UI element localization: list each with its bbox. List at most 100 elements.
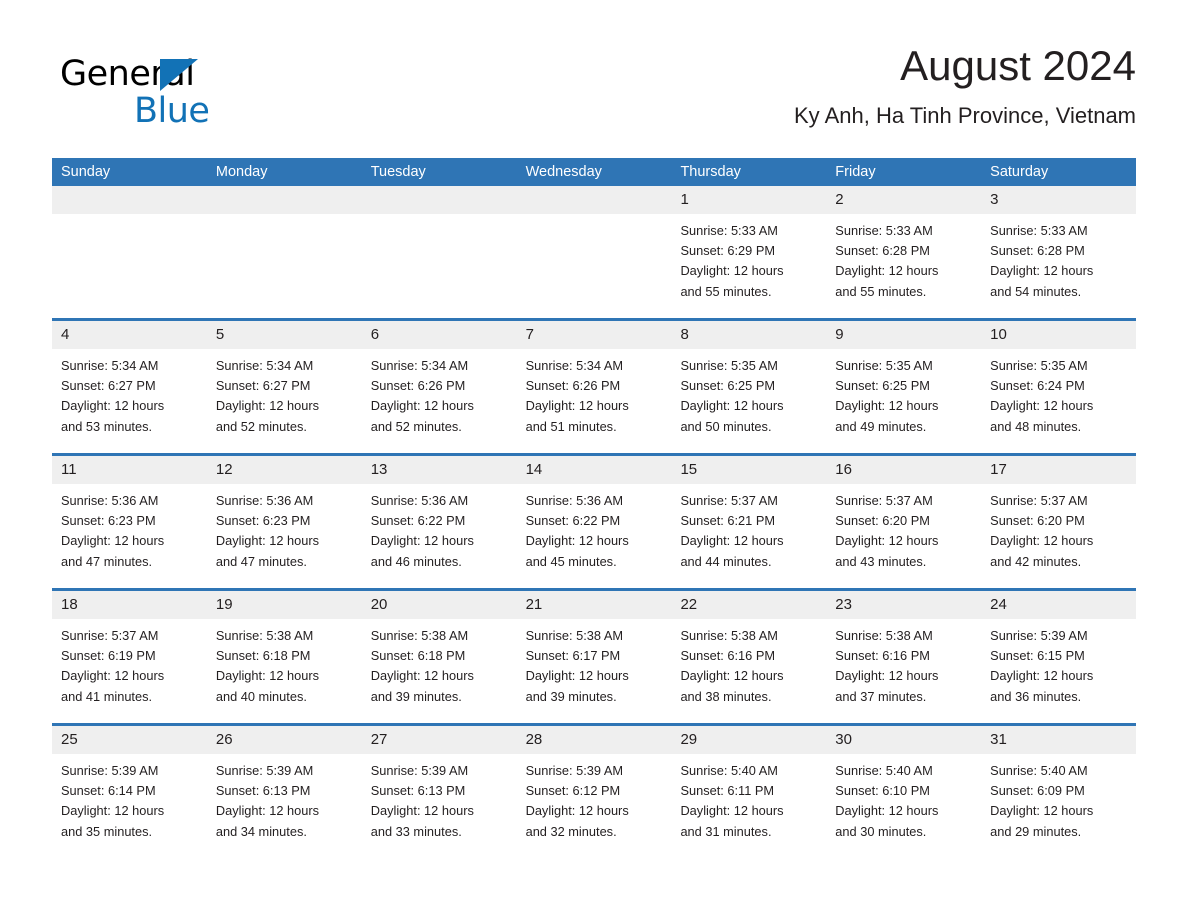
day-cell[interactable]: 6 Sunrise: 5:34 AM Sunset: 6:26 PM Dayli… (361, 321, 517, 453)
daylight-text-line2: and 39 minutes. (370, 688, 462, 704)
daylight-text-line1: Daylight: 12 hours (680, 668, 784, 684)
day-cell[interactable]: 13 Sunrise: 5:36 AM Sunset: 6:22 PM Dayl… (361, 456, 517, 588)
weekday-tuesday: Tuesday (370, 164, 426, 180)
sunset-text: Sunset: 6:25 PM (835, 378, 930, 394)
day-cell[interactable]: 20 Sunrise: 5:38 AM Sunset: 6:18 PM Dayl… (361, 591, 517, 723)
day-cell[interactable]: 26 Sunrise: 5:39 AM Sunset: 6:13 PM Dayl… (206, 726, 362, 858)
day-number: 11 (52, 456, 207, 484)
sunrise-text: Sunrise: 5:34 AM (525, 358, 624, 373)
daylight-text-line1: Daylight: 12 hours (525, 668, 629, 684)
daylight-text-line1: Daylight: 12 hours (525, 398, 629, 414)
sunrise-text: Sunrise: 5:37 AM (61, 628, 159, 643)
daylight-text-line2: and 41 minutes. (61, 688, 153, 704)
day-details: Sunrise: 5:40 AM Sunset: 6:10 PM Dayligh… (826, 754, 981, 842)
daylight-text-line1: Daylight: 12 hours (215, 533, 320, 549)
day-details: Sunrise: 5:33 AM Sunset: 6:28 PM Dayligh… (826, 214, 981, 302)
day-cell[interactable]: 12 Sunrise: 5:36 AM Sunset: 6:23 PM Dayl… (206, 456, 362, 588)
day-details: Sunrise: 5:39 AM Sunset: 6:13 PM Dayligh… (207, 754, 362, 842)
weekday-wednesday: Wednesday (525, 164, 602, 180)
day-cell[interactable]: 28 Sunrise: 5:39 AM Sunset: 6:12 PM Dayl… (516, 726, 672, 858)
day-cell[interactable]: 30 Sunrise: 5:40 AM Sunset: 6:10 PM Dayl… (826, 726, 982, 858)
day-number: 13 (361, 456, 517, 484)
day-number: 19 (206, 591, 362, 619)
day-cell[interactable]: 27 Sunrise: 5:39 AM Sunset: 6:13 PM Dayl… (361, 726, 517, 858)
day-number: 20 (361, 591, 517, 619)
day-cell[interactable]: 5 Sunrise: 5:34 AM Sunset: 6:27 PM Dayli… (206, 321, 362, 453)
sunrise-text: Sunrise: 5:39 AM (61, 763, 159, 778)
generalblue-logo[interactable]: General Blue (60, 54, 320, 134)
day-number: 28 (516, 726, 672, 754)
day-cell[interactable]: 31 Sunrise: 5:40 AM Sunset: 6:09 PM Dayl… (981, 726, 1137, 858)
sunrise-text: Sunrise: 5:40 AM (680, 763, 778, 778)
sunrise-text: Sunrise: 5:38 AM (370, 628, 469, 643)
sunrise-text: Sunrise: 5:38 AM (835, 628, 933, 643)
day-cell[interactable]: 23 Sunrise: 5:38 AM Sunset: 6:16 PM Dayl… (826, 591, 982, 723)
daylight-text-line1: Daylight: 12 hours (525, 803, 629, 819)
daylight-text-line2: and 34 minutes. (215, 823, 307, 839)
daylight-text-line1: Daylight: 12 hours (990, 398, 1094, 414)
day-cell[interactable]: 1 Sunrise: 5:33 AM Sunset: 6:29 PM Dayli… (671, 186, 827, 318)
day-cell[interactable]: 21 Sunrise: 5:38 AM Sunset: 6:17 PM Dayl… (516, 591, 672, 723)
week-row: 11 Sunrise: 5:36 AM Sunset: 6:23 PM Dayl… (52, 453, 1137, 588)
day-cell[interactable]: 18 Sunrise: 5:37 AM Sunset: 6:19 PM Dayl… (52, 591, 207, 723)
day-details: Sunrise: 5:35 AM Sunset: 6:24 PM Dayligh… (981, 349, 1136, 437)
sunset-text: Sunset: 6:16 PM (680, 648, 776, 664)
daylight-text-line1: Daylight: 12 hours (680, 533, 784, 549)
day-number: 31 (981, 726, 1137, 754)
day-cell[interactable]: 7 Sunrise: 5:34 AM Sunset: 6:26 PM Dayli… (516, 321, 672, 453)
sunset-text: Sunset: 6:13 PM (215, 783, 311, 799)
day-number: 26 (206, 726, 362, 754)
day-cell[interactable]: 16 Sunrise: 5:37 AM Sunset: 6:20 PM Dayl… (826, 456, 982, 588)
day-cell[interactable]: 8 Sunrise: 5:35 AM Sunset: 6:25 PM Dayli… (671, 321, 827, 453)
daylight-text-line2: and 45 minutes. (525, 553, 617, 569)
day-cell[interactable]: 4 Sunrise: 5:34 AM Sunset: 6:27 PM Dayli… (52, 321, 207, 453)
day-details: Sunrise: 5:37 AM Sunset: 6:21 PM Dayligh… (671, 484, 826, 572)
day-details (517, 214, 672, 221)
day-number: 29 (671, 726, 827, 754)
daylight-text-line2: and 40 minutes. (215, 688, 307, 704)
sunrise-text: Sunrise: 5:34 AM (370, 358, 469, 373)
sunset-text: Sunset: 6:10 PM (835, 783, 930, 799)
sunset-text: Sunset: 6:16 PM (835, 648, 930, 664)
daylight-text-line1: Daylight: 12 hours (370, 398, 474, 414)
day-details: Sunrise: 5:39 AM Sunset: 6:15 PM Dayligh… (981, 619, 1136, 707)
sunrise-text: Sunrise: 5:33 AM (990, 223, 1088, 238)
day-cell[interactable]: 2 Sunrise: 5:33 AM Sunset: 6:28 PM Dayli… (826, 186, 982, 318)
sunset-text: Sunset: 6:14 PM (61, 783, 156, 799)
sunset-text: Sunset: 6:28 PM (990, 243, 1085, 259)
day-cell[interactable]: 19 Sunrise: 5:38 AM Sunset: 6:18 PM Dayl… (206, 591, 362, 723)
daylight-text-line2: and 55 minutes. (680, 283, 772, 299)
day-cell[interactable]: 24 Sunrise: 5:39 AM Sunset: 6:15 PM Dayl… (981, 591, 1137, 723)
daylight-text-line1: Daylight: 12 hours (61, 398, 165, 414)
day-details: Sunrise: 5:38 AM Sunset: 6:16 PM Dayligh… (826, 619, 981, 707)
day-cell[interactable]: 22 Sunrise: 5:38 AM Sunset: 6:16 PM Dayl… (671, 591, 827, 723)
sunset-text: Sunset: 6:11 PM (680, 783, 775, 799)
weekday-thursday: Thursday (680, 164, 741, 180)
daylight-text-line1: Daylight: 12 hours (990, 533, 1094, 549)
day-cell[interactable]: 17 Sunrise: 5:37 AM Sunset: 6:20 PM Dayl… (981, 456, 1137, 588)
day-cell[interactable]: 29 Sunrise: 5:40 AM Sunset: 6:11 PM Dayl… (671, 726, 827, 858)
day-cell[interactable]: 25 Sunrise: 5:39 AM Sunset: 6:14 PM Dayl… (52, 726, 207, 858)
sunrise-text: Sunrise: 5:39 AM (990, 628, 1088, 643)
day-cell[interactable]: 10 Sunrise: 5:35 AM Sunset: 6:24 PM Dayl… (981, 321, 1137, 453)
day-number: 18 (52, 591, 207, 619)
day-details: Sunrise: 5:40 AM Sunset: 6:11 PM Dayligh… (671, 754, 826, 842)
day-cell[interactable]: 11 Sunrise: 5:36 AM Sunset: 6:23 PM Dayl… (52, 456, 207, 588)
sunset-text: Sunset: 6:13 PM (370, 783, 466, 799)
daylight-text-line1: Daylight: 12 hours (990, 668, 1094, 684)
daylight-text-line2: and 30 minutes. (835, 823, 927, 839)
weekday-saturday: Saturday (990, 164, 1049, 180)
day-cell[interactable]: 9 Sunrise: 5:35 AM Sunset: 6:25 PM Dayli… (826, 321, 982, 453)
day-cell[interactable]: 15 Sunrise: 5:37 AM Sunset: 6:21 PM Dayl… (671, 456, 827, 588)
day-cell[interactable]: 14 Sunrise: 5:36 AM Sunset: 6:22 PM Dayl… (516, 456, 672, 588)
daylight-text-line1: Daylight: 12 hours (215, 803, 320, 819)
daylight-text-line1: Daylight: 12 hours (680, 263, 784, 279)
daylight-text-line2: and 55 minutes. (835, 283, 927, 299)
day-cell[interactable]: 3 Sunrise: 5:33 AM Sunset: 6:28 PM Dayli… (981, 186, 1137, 318)
page-subtitle: Ky Anh, Ha Tinh Province, Vietnam (794, 103, 1136, 128)
day-number: 12 (206, 456, 362, 484)
sunrise-text: Sunrise: 5:40 AM (990, 763, 1088, 778)
sunrise-text: Sunrise: 5:36 AM (215, 493, 314, 508)
day-cell (206, 186, 362, 318)
daylight-text-line2: and 54 minutes. (990, 283, 1082, 299)
